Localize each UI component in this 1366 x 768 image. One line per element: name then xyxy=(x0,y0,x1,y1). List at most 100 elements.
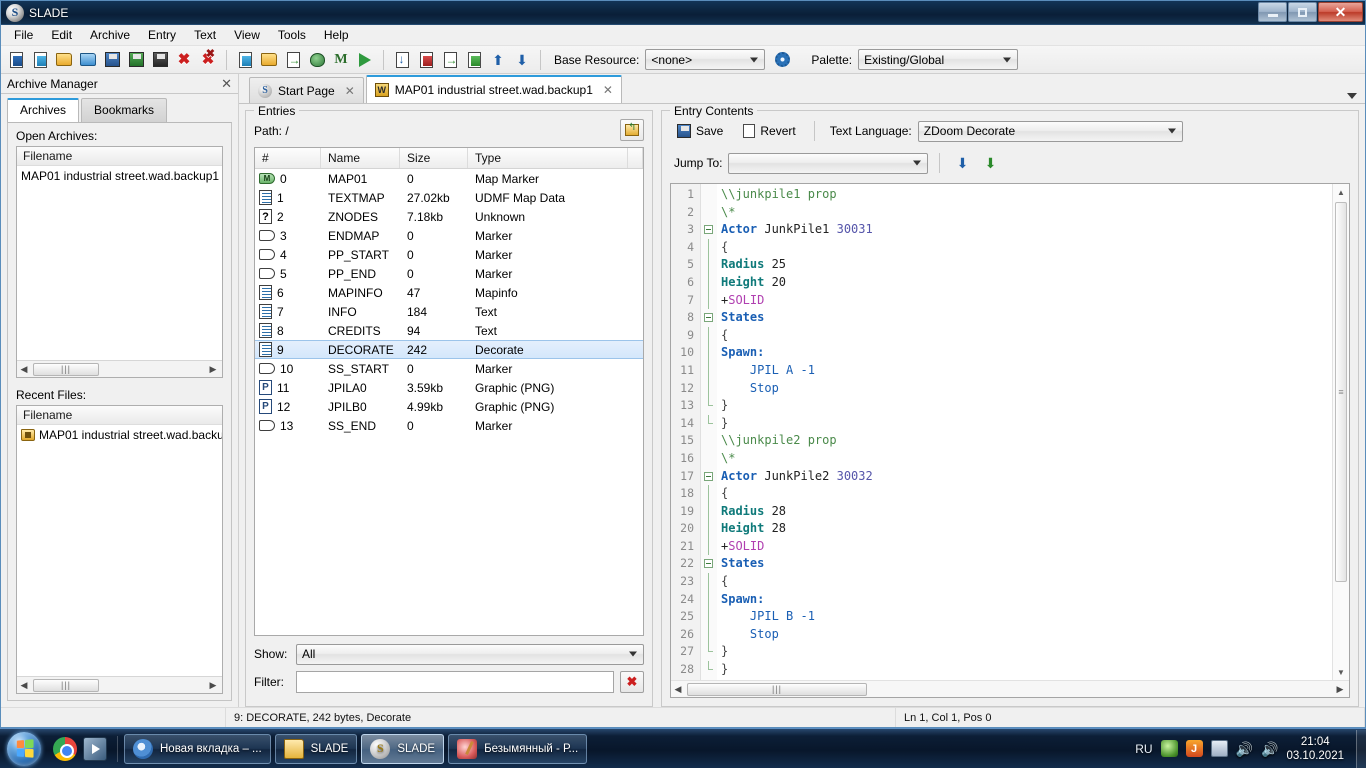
new-archive-button[interactable] xyxy=(5,49,27,71)
fold-collapse-icon[interactable] xyxy=(704,225,713,235)
clock[interactable]: 21:04 03.10.2021 xyxy=(1286,735,1348,763)
code-folding-column[interactable] xyxy=(701,184,717,680)
fold-cell[interactable] xyxy=(701,309,717,327)
menu-file[interactable]: File xyxy=(5,25,42,45)
editor-vertical-scrollbar[interactable]: ▲ ▼ xyxy=(1332,184,1349,680)
jump-next-button[interactable]: ⬇ xyxy=(979,152,1001,174)
close-archive-button[interactable]: ✖ xyxy=(173,49,195,71)
import-entry-button[interactable] xyxy=(282,49,304,71)
delete-entry-button[interactable] xyxy=(415,49,437,71)
tab-wad-archive[interactable]: MAP01 industrial street.wad.backup1 ✕ xyxy=(365,75,622,103)
scroll-right-icon[interactable]: ▶ xyxy=(206,364,220,375)
folder-up-button[interactable] xyxy=(620,119,644,141)
scroll-down-icon[interactable]: ▼ xyxy=(1333,664,1349,680)
column-header-size[interactable]: Size xyxy=(400,148,468,168)
vscroll-track[interactable] xyxy=(1333,200,1349,664)
column-header-name[interactable]: Name xyxy=(321,148,400,168)
nvidia-icon[interactable] xyxy=(1160,740,1178,757)
save-archive-button[interactable] xyxy=(101,49,123,71)
close-icon[interactable]: ✕ xyxy=(345,84,355,98)
map-marker-button[interactable]: M xyxy=(330,49,352,71)
chevron-down-icon[interactable] xyxy=(1347,93,1357,99)
close-icon-2[interactable]: ✕ xyxy=(603,83,613,97)
new-text-entry-button[interactable] xyxy=(234,49,256,71)
fold-cell[interactable] xyxy=(701,468,717,486)
run-archive-button[interactable] xyxy=(354,49,376,71)
base-resource-settings-button[interactable] xyxy=(771,49,793,71)
list-item[interactable]: MAP01 industrial street.wad.backu xyxy=(17,425,222,444)
menu-archive[interactable]: Archive xyxy=(81,25,139,45)
vscroll-thumb[interactable] xyxy=(1335,202,1347,582)
move-down-button[interactable]: ⬇ xyxy=(511,49,533,71)
maps-editor-button[interactable] xyxy=(306,49,328,71)
table-row[interactable]: 8 CREDITS 94 Text xyxy=(255,321,643,340)
volume-icon[interactable]: 🔊 xyxy=(1236,742,1253,756)
chrome-icon[interactable] xyxy=(53,736,77,761)
palette-combo[interactable]: Existing/Global xyxy=(858,49,1019,70)
java-icon[interactable] xyxy=(1185,740,1203,757)
hscroll-thumb-ed[interactable]: ||| xyxy=(687,682,867,696)
open-archive-button[interactable] xyxy=(53,49,75,71)
save-archive-as-button[interactable] xyxy=(125,49,147,71)
scroll-thumb-2[interactable]: ||| xyxy=(33,678,99,692)
close-button[interactable]: ✕ xyxy=(1318,2,1363,22)
entries-table[interactable]: # Name Size Type 0 MAP01 0 Map Marker 1 TEXTM… xyxy=(254,147,644,636)
code-text-area[interactable]: \\junkpile1 prop \* Actor JunkPile1 30031{… xyxy=(717,184,1332,680)
scroll-thumb[interactable]: ||| xyxy=(33,362,99,376)
table-row[interactable]: 7 INFO 184 Text xyxy=(255,302,643,321)
save-all-button[interactable] xyxy=(149,49,171,71)
minimize-button[interactable] xyxy=(1258,2,1287,22)
fold-collapse-icon[interactable] xyxy=(704,559,713,569)
table-row[interactable]: 9 DECORATE 242 Decorate xyxy=(255,340,643,359)
import-entry-button-2[interactable] xyxy=(439,49,461,71)
fold-collapse-icon[interactable] xyxy=(704,471,713,481)
new-entry-button[interactable] xyxy=(29,49,51,71)
taskbar-item-folder[interactable]: SLADE xyxy=(274,733,358,764)
scroll-right-icon-2[interactable]: ▶ xyxy=(206,680,220,691)
table-row[interactable]: 6 MAPINFO 47 Mapinfo xyxy=(255,283,643,302)
scroll-left-icon-2[interactable]: ◀ xyxy=(17,680,31,691)
close-icon[interactable]: ✕ xyxy=(221,76,232,92)
menu-tools[interactable]: Tools xyxy=(269,25,315,45)
open-archives-hscrollbar[interactable]: ◀ ||| ▶ xyxy=(17,360,222,377)
revert-button[interactable]: Revert xyxy=(736,121,802,141)
jump-to-combo[interactable] xyxy=(728,152,929,174)
open-archives-list[interactable]: Filename MAP01 industrial street.wad.bac… xyxy=(16,146,223,378)
table-row[interactable]: 1 TEXTMAP 27.02kb UDMF Map Data xyxy=(255,188,643,207)
scroll-up-icon[interactable]: ▲ xyxy=(1333,184,1349,200)
show-desktop-button[interactable] xyxy=(1356,729,1366,768)
maximize-button[interactable] xyxy=(1288,2,1317,22)
taskbar-item-paint[interactable]: Безымянный - Р... xyxy=(448,733,588,764)
export-entry-button[interactable] xyxy=(463,49,485,71)
language-indicator[interactable]: RU xyxy=(1135,742,1152,756)
network-icon[interactable] xyxy=(1210,740,1228,757)
text-language-combo[interactable]: ZDoom Decorate xyxy=(917,120,1183,142)
clear-filter-button[interactable]: ✖ xyxy=(620,671,644,693)
move-up-button[interactable]: ⬆ xyxy=(487,49,509,71)
fold-cell[interactable] xyxy=(701,221,717,239)
menu-view[interactable]: View xyxy=(225,25,269,45)
table-row[interactable]: 11 JPILA0 3.59kb Graphic (PNG) xyxy=(255,378,643,397)
start-button[interactable] xyxy=(1,730,47,768)
tab-bookmarks[interactable]: Bookmarks xyxy=(81,98,168,122)
tab-archives[interactable]: Archives xyxy=(7,98,80,122)
scroll-left-icon-ed[interactable]: ◀ xyxy=(671,684,685,695)
scroll-left-icon[interactable]: ◀ xyxy=(17,364,31,375)
new-directory-button[interactable] xyxy=(258,49,280,71)
table-row[interactable]: 13 SS_END 0 Marker xyxy=(255,416,643,435)
base-resource-combo[interactable]: <none> xyxy=(645,49,766,70)
taskbar-item-chrome[interactable]: Новая вкладка – ... xyxy=(124,733,271,764)
menu-help[interactable]: Help xyxy=(315,25,358,45)
table-row[interactable]: 3 ENDMAP 0 Marker xyxy=(255,226,643,245)
filter-input[interactable] xyxy=(296,671,614,693)
recent-files-hscrollbar[interactable]: ◀ ||| ▶ xyxy=(17,676,222,693)
table-row[interactable]: 2 ZNODES 7.18kb Unknown xyxy=(255,207,643,226)
jump-prev-button[interactable]: ⬇ xyxy=(951,152,973,174)
table-row[interactable]: 4 PP_START 0 Marker xyxy=(255,245,643,264)
column-header-num[interactable]: # xyxy=(255,148,321,168)
list-item[interactable]: MAP01 industrial street.wad.backup1 xyxy=(17,166,222,185)
menu-entry[interactable]: Entry xyxy=(139,25,185,45)
menu-text[interactable]: Text xyxy=(185,25,225,45)
table-row[interactable]: 12 JPILB0 4.99kb Graphic (PNG) xyxy=(255,397,643,416)
editor-horizontal-scrollbar[interactable]: ◀ ||| ▶ xyxy=(671,680,1349,697)
